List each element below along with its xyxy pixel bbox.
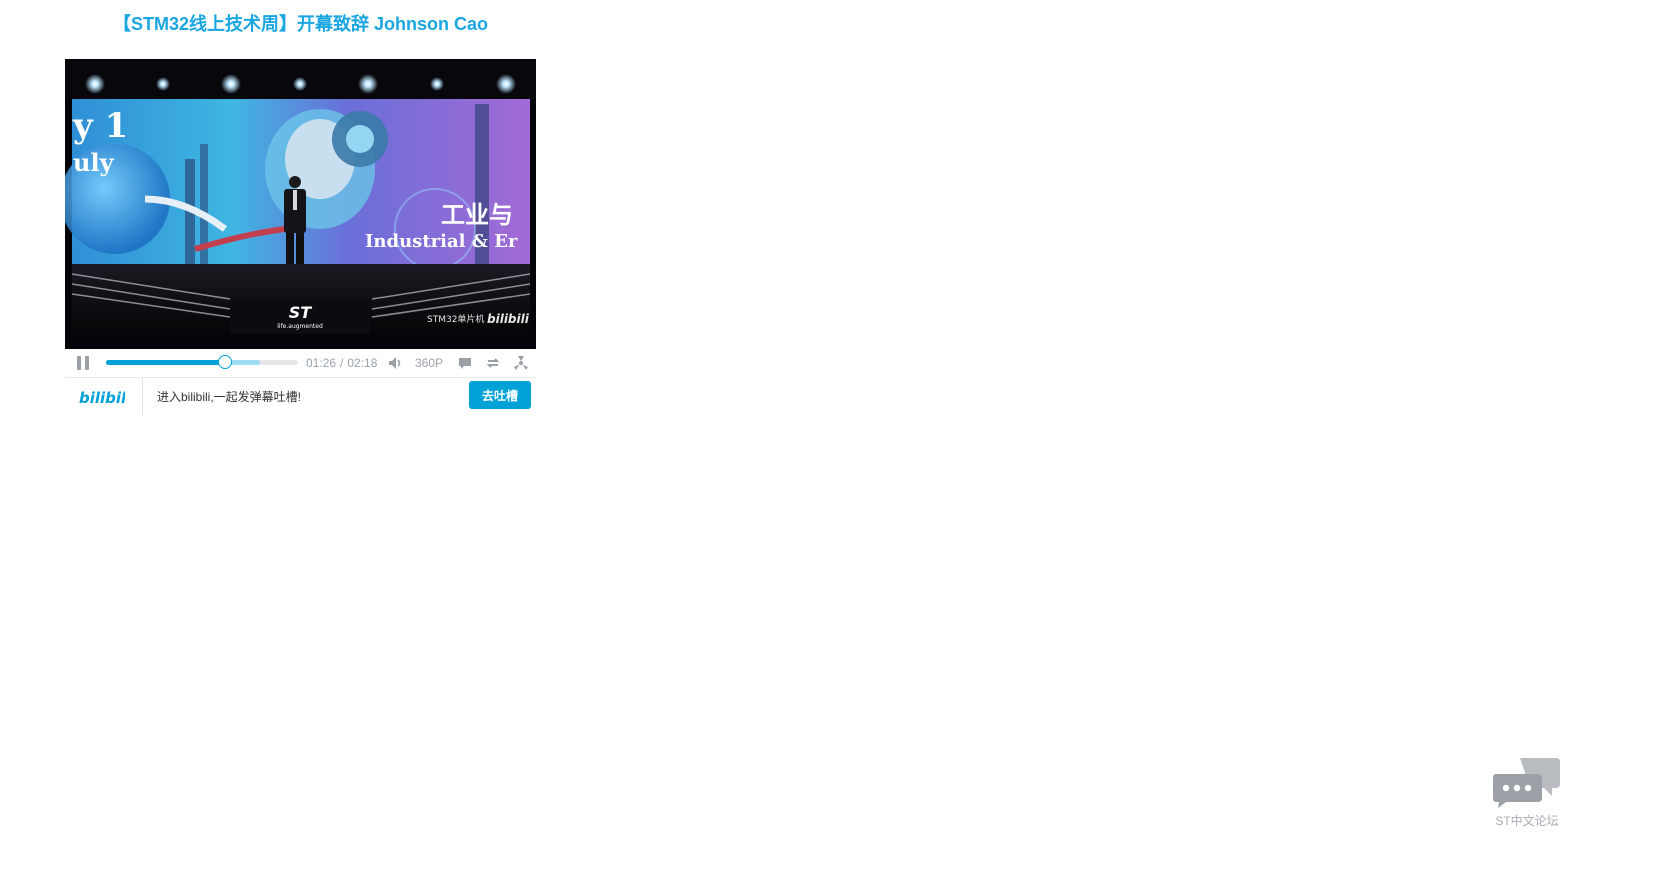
video-frame[interactable]: y 1 uly 工业与 Industrial & Er ST life.augm… [65,59,536,349]
st-forum-widget[interactable]: ST中文论坛 [1490,754,1564,832]
fan-icon[interactable] [512,354,530,372]
player-controls: 01:26/02:18 360P [65,349,536,378]
time-display: 01:26/02:18 [306,355,377,371]
progress-played [106,360,226,365]
video-still: y 1 uly 工业与 Industrial & Er ST life.augm… [65,59,536,334]
go-comment-button[interactable]: 去吐槽 [469,381,531,409]
divider [142,378,143,415]
progress-bar[interactable] [106,355,298,369]
forum-label: ST中文论坛 [1495,814,1559,828]
bilibili-logo[interactable]: bilibili [79,386,125,408]
time-separator: / [340,356,344,370]
chat-bubbles-icon [1493,758,1560,808]
danmaku-icon[interactable] [456,354,474,372]
video-text-banner-cn: 工业与 [441,201,513,229]
quality-selector[interactable]: 360P [415,355,443,371]
progress-thumb[interactable] [218,355,233,369]
pause-icon[interactable] [75,355,91,371]
st-tagline: life.augmented [277,323,323,330]
bilibili-bottom-bar: bilibili 进入bilibili,一起发弹幕吐槽! 去吐槽 [65,378,536,415]
volume-icon[interactable] [386,354,404,372]
danmaku-prompt: 进入bilibili,一起发弹幕吐槽! [157,390,302,404]
watermark-brand: bilibili [487,312,530,326]
video-text-banner-en: Industrial & Er [365,231,518,252]
current-time: 01:26 [306,356,337,370]
loop-icon[interactable] [484,354,502,372]
watermark-channel: STM32单片机 [427,313,484,325]
svg-text:bilibili: bilibili [79,389,125,407]
st-logo: ST [289,303,313,322]
video-text-date1: y 1 [72,106,128,146]
video-player[interactable]: y 1 uly 工业与 Industrial & Er ST life.augm… [65,59,536,415]
page-title: 【STM32线上技术周】开幕致辞 Johnson Cao [112,14,489,34]
duration: 02:18 [347,356,378,370]
video-text-date2: uly [73,148,115,177]
